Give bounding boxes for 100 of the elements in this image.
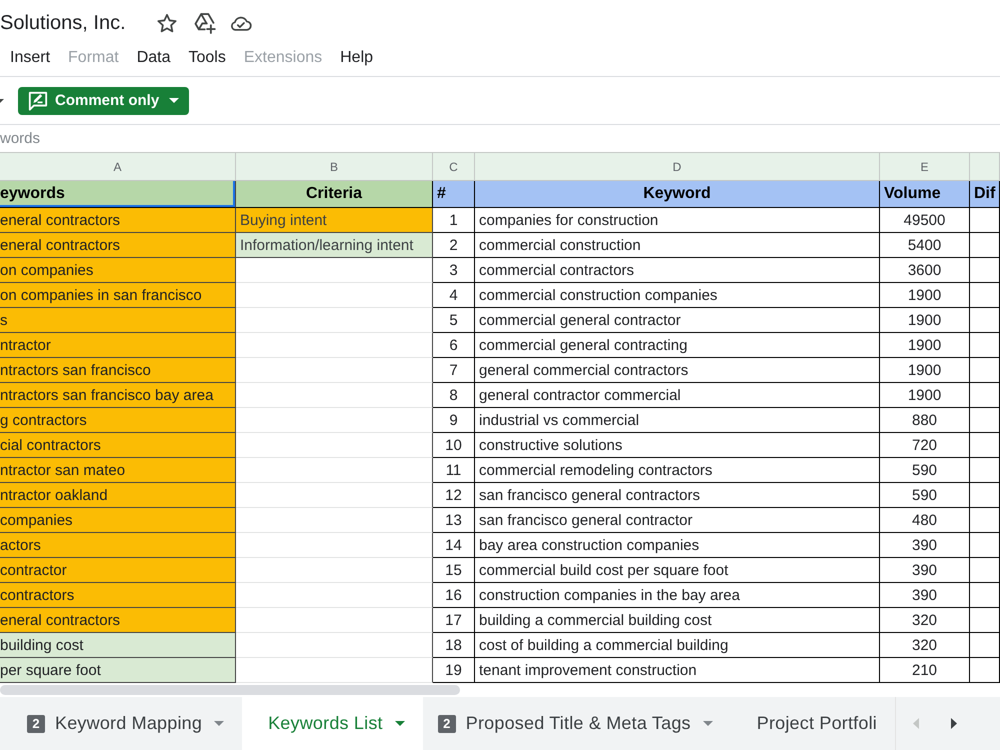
- table-cell: 320: [880, 633, 970, 658]
- sheet-tab[interactable]: 2 Keyword Mapping: [12, 697, 242, 750]
- empty-cell: [970, 458, 1000, 483]
- table-cell: eneral contractors: [0, 608, 236, 633]
- table-cell: 1900: [880, 283, 970, 308]
- table-cell: 320: [880, 608, 970, 633]
- menu-item[interactable]: Insert: [10, 48, 50, 66]
- table-cell: commercial build cost per square foot: [475, 558, 880, 583]
- table-cell: 1900: [880, 308, 970, 333]
- table-cell: eneral contractors: [0, 208, 236, 233]
- table-cell: 16: [433, 583, 475, 608]
- table-cell: 18: [433, 633, 475, 658]
- table-cell: 6: [433, 333, 475, 358]
- document-title: Solutions, Inc.: [0, 12, 126, 34]
- column-header: Dif: [970, 181, 1000, 208]
- empty-cell: [970, 358, 1000, 383]
- table-cell: per square foot: [0, 658, 236, 683]
- column-letter[interactable]: B: [236, 153, 433, 181]
- column-header: eywords: [0, 181, 236, 208]
- column-letter[interactable]: E: [880, 153, 970, 181]
- table-cell: 590: [880, 458, 970, 483]
- table-cell: ntractor oakland: [0, 483, 236, 508]
- column-letter[interactable]: D: [475, 153, 880, 181]
- table-cell: 7: [433, 358, 475, 383]
- caret-icon[interactable]: [0, 98, 4, 102]
- table-cell: Information/learning intent: [236, 233, 433, 258]
- table-cell: companies for construction: [475, 208, 880, 233]
- sheet-tab[interactable]: Keywords List: [242, 697, 423, 750]
- right-arrow-icon: [951, 718, 957, 729]
- table-cell: 480: [880, 508, 970, 533]
- table-cell: 590: [880, 483, 970, 508]
- empty-cell: [970, 508, 1000, 533]
- table-cell: contractors: [0, 583, 236, 608]
- table-cell: 8: [433, 383, 475, 408]
- table-cell: 1900: [880, 333, 970, 358]
- table-cell: 14: [433, 533, 475, 558]
- menu-item[interactable]: Tools: [188, 48, 226, 66]
- column-letter[interactable]: A: [0, 153, 236, 181]
- table-cell: 720: [880, 433, 970, 458]
- table-cell: ntractor san mateo: [0, 458, 236, 483]
- empty-cell: [970, 308, 1000, 333]
- table-cell: san francisco general contractor: [475, 508, 880, 533]
- table-cell: 5: [433, 308, 475, 333]
- triangle-plus-icon[interactable]: [194, 12, 216, 34]
- table-cell: construction companies in the bay area: [475, 583, 880, 608]
- table-cell: 13: [433, 508, 475, 533]
- table-cell: 1: [433, 208, 475, 233]
- table-cell: eneral contractors: [0, 233, 236, 258]
- empty-cell: [970, 608, 1000, 633]
- cloud-check-icon[interactable]: [230, 16, 252, 30]
- comment-only-button[interactable]: Comment only: [18, 86, 190, 114]
- table-cell: 1900: [880, 358, 970, 383]
- table-cell: Buying intent: [236, 208, 433, 233]
- table-cell: 4: [433, 283, 475, 308]
- table-cell: building a commercial building cost: [475, 608, 880, 633]
- table-cell: s: [0, 308, 236, 333]
- table-cell: companies: [0, 508, 236, 533]
- table-cell: 17: [433, 608, 475, 633]
- range-name: words: [0, 130, 40, 147]
- table-cell: building cost: [0, 633, 236, 658]
- empty-cell: [970, 333, 1000, 358]
- table-cell: commercial contractors: [475, 258, 880, 283]
- table-cell: 880: [880, 408, 970, 433]
- column-header: Volume: [880, 181, 970, 208]
- table-cell: cial contractors: [0, 433, 236, 458]
- empty-cell: [970, 483, 1000, 508]
- table-cell: 49500: [880, 208, 970, 233]
- column-header: #: [433, 181, 475, 208]
- sheet-tab[interactable]: 2 Proposed Title & Meta Tags: [422, 697, 731, 750]
- table-cell: san francisco general contractors: [475, 483, 880, 508]
- column-header: Keyword: [475, 181, 880, 208]
- empty-cell: [970, 633, 1000, 658]
- menu-item[interactable]: Data: [136, 48, 170, 66]
- count-badge: 2: [27, 714, 45, 732]
- table-cell: g contractors: [0, 408, 236, 433]
- column-letter[interactable]: C: [433, 153, 475, 181]
- column-header: Criteria: [236, 181, 433, 208]
- table-cell: constructive solutions: [475, 433, 880, 458]
- table-cell: 12: [433, 483, 475, 508]
- empty-cell: [970, 283, 1000, 308]
- empty-cell: [970, 558, 1000, 583]
- comment-edit-icon: [28, 90, 48, 110]
- empty-cell: [970, 408, 1000, 433]
- horizontal-scrollbar[interactable]: [0, 685, 460, 695]
- menu-item[interactable]: Help: [340, 48, 374, 66]
- table-cell: 10: [433, 433, 475, 458]
- table-cell: actors: [0, 533, 236, 558]
- table-cell: commercial remodeling contractors: [475, 458, 880, 483]
- table-cell: industrial vs commercial: [475, 408, 880, 433]
- caret-icon[interactable]: [394, 721, 405, 726]
- empty-cell: [970, 208, 1000, 233]
- empty-cell: [970, 433, 1000, 458]
- sheet-tab[interactable]: Project Portfoli: [730, 697, 895, 750]
- table-cell: 9: [433, 408, 475, 433]
- count-badge: 2: [438, 714, 456, 732]
- table-cell: contractor: [0, 558, 236, 583]
- star-icon[interactable]: [156, 14, 177, 32]
- table-cell: 390: [880, 533, 970, 558]
- empty-cell: [970, 583, 1000, 608]
- table-cell: ntractors san francisco bay area: [0, 383, 236, 408]
